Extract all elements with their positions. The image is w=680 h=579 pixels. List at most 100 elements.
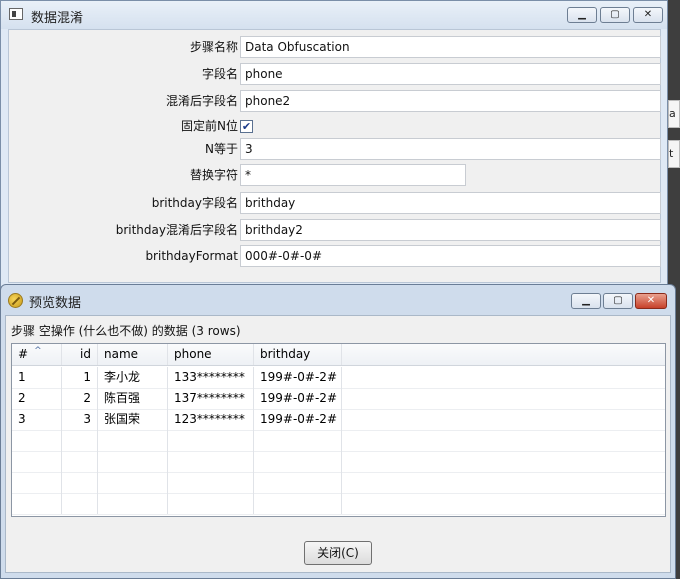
brithday-obfuscated-input[interactable]: brithday2 [240,219,661,241]
column-header-index[interactable]: # ^ [12,344,62,365]
empty-cell [12,451,62,472]
fragment-text: a [669,107,676,120]
data-caption: 步骤 空操作 (什么也不做) 的数据 (3 rows) [11,324,241,338]
cell-id: 1 [62,367,98,388]
maximize-button[interactable]: ▢ [600,7,630,23]
grid-header: # ^ id name phone brithday [12,344,665,366]
cell-name: 陈百强 [98,388,168,409]
field-name-input[interactable]: phone [240,63,661,85]
close-dialog-button[interactable]: 关闭(C) [304,541,372,565]
minimize-button[interactable]: ▁ [571,293,601,309]
empty-cell [12,472,62,493]
maximize-button[interactable]: ▢ [603,293,633,309]
table-row[interactable]: 2 2 陈百强 137******** 199#-0#-2# [12,388,665,410]
field-label: brithday混淆后字段名 [115,223,238,237]
cell-name: 张国荣 [98,409,168,430]
cell-phone: 137******** [168,388,254,409]
empty-cell [168,451,254,472]
cell-index: 1 [12,367,62,388]
column-header-id[interactable]: id [62,344,98,365]
empty-cell [168,430,254,451]
cell-phone: 133******** [168,367,254,388]
empty-cell [62,472,98,493]
empty-row [12,493,665,515]
brithday-format-input[interactable]: 000#-0#-0# [240,245,661,267]
window-titlebar[interactable]: 数据混淆 ▁ ▢ ✕ [1,1,667,29]
column-header-name[interactable]: name [98,344,168,365]
field-label: brithday字段名 [151,196,238,210]
empty-cell [98,451,168,472]
empty-row [12,430,665,452]
window-title: 数据混淆 [31,11,84,26]
obfuscated-field-name-input[interactable]: phone2 [240,90,661,112]
background-fragment: a [668,100,680,128]
minimize-button[interactable]: ▁ [567,7,597,23]
cell-name: 李小龙 [98,367,168,388]
cell-brithday: 199#-0#-2# [254,388,342,409]
field-label: brithdayFormat [145,249,238,263]
preview-data-dialog: 预览数据 ▁ ▢ ✕ 步骤 空操作 (什么也不做) 的数据 (3 rows) #… [0,284,676,579]
field-row-fixed-first-n: 固定前N位 ✔ [9,115,662,137]
field-row-replace-char: 替换字符 * [9,164,662,186]
close-button[interactable]: ✕ [633,7,663,23]
field-row-brithday-format: brithdayFormat 000#-0#-0# [9,245,662,267]
empty-cell [254,451,342,472]
empty-cell [62,451,98,472]
empty-cell [168,493,254,514]
close-button[interactable]: ✕ [635,293,667,309]
field-label: 混淆后字段名 [165,94,238,108]
field-row-field-name: 字段名 phone [9,63,662,85]
field-row-n-equals: N等于 3 [9,138,662,160]
empty-cell [168,472,254,493]
n-equals-input[interactable]: 3 [240,138,661,160]
field-row-brithday-obfuscated: brithday混淆后字段名 brithday2 [9,219,662,241]
field-label: N等于 [205,142,238,156]
empty-cell [98,472,168,493]
field-label: 字段名 [201,67,238,81]
cell-id: 3 [62,409,98,430]
column-header-phone[interactable]: phone [168,344,254,365]
field-row-brithday-field: brithday字段名 brithday [9,192,662,214]
empty-cell [12,493,62,514]
dialog-title: 预览数据 [29,296,82,311]
table-row[interactable]: 1 1 李小龙 133******** 199#-0#-2# [12,367,665,389]
empty-row [12,451,665,473]
header-label: # [18,347,29,361]
data-grid[interactable]: # ^ id name phone brithday 1 1 李小龙 133***… [11,343,666,517]
empty-cell [254,493,342,514]
empty-cell [254,430,342,451]
empty-cell [62,430,98,451]
form-panel: 步骤名称 Data Obfuscation 字段名 phone 混淆后字段名 p… [8,29,661,283]
empty-row [12,472,665,494]
cell-phone: 123******** [168,409,254,430]
empty-cell [98,430,168,451]
cell-index: 3 [12,409,62,430]
dialog-titlebar[interactable]: 预览数据 ▁ ▢ ✕ [1,285,675,315]
field-label: 步骤名称 [189,40,238,54]
brithday-field-input[interactable]: brithday [240,192,661,214]
dialog-body: 步骤 空操作 (什么也不做) 的数据 (3 rows) # ^ id name p… [5,315,671,573]
cell-id: 2 [62,388,98,409]
window-icon [9,8,23,20]
column-header-brithday[interactable]: brithday [254,344,342,365]
fixed-first-n-checkbox[interactable]: ✔ [240,120,253,133]
table-row[interactable]: 3 3 张国荣 123******** 199#-0#-2# [12,409,665,431]
cell-index: 2 [12,388,62,409]
empty-cell [12,430,62,451]
step-name-input[interactable]: Data Obfuscation [240,36,661,58]
fragment-text: t [669,147,674,160]
sort-indicator-icon: ^ [34,346,42,356]
cell-brithday: 199#-0#-2# [254,409,342,430]
empty-cell [98,493,168,514]
field-label: 替换字符 [189,168,238,182]
cell-brithday: 199#-0#-2# [254,367,342,388]
replace-char-input[interactable]: * [240,164,466,186]
empty-cell [62,493,98,514]
field-row-step-name: 步骤名称 Data Obfuscation [9,36,662,58]
preview-icon [8,293,23,308]
field-label: 固定前N位 [181,119,238,133]
background-fragment: t [668,140,680,168]
data-obfuscation-window: 数据混淆 ▁ ▢ ✕ 步骤名称 Data Obfuscation 字段名 pho… [0,0,668,290]
empty-cell [254,472,342,493]
field-row-obfuscated-name: 混淆后字段名 phone2 [9,90,662,112]
